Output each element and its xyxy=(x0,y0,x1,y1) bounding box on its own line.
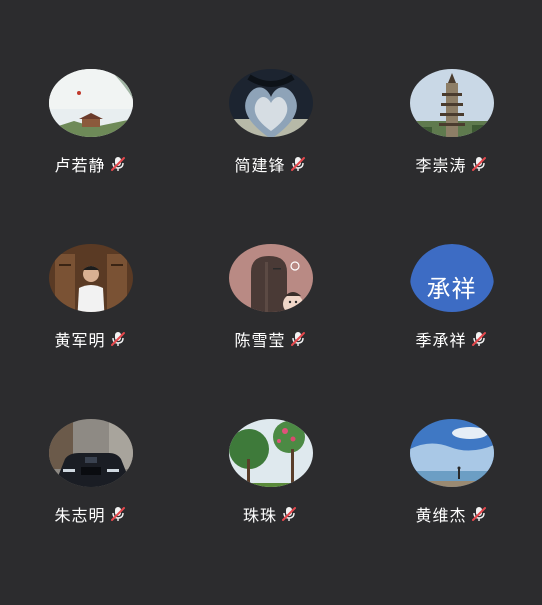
participant-tile[interactable]: 李崇涛 xyxy=(361,0,542,175)
participant-tile[interactable]: 简建锋 xyxy=(180,0,361,175)
participant-name: 简建锋 xyxy=(234,156,286,175)
illustration-avatar-image xyxy=(228,244,313,312)
avatar[interactable]: 承祥 xyxy=(409,244,494,312)
text-avatar: 承祥 xyxy=(409,244,494,312)
name-row: 简建锋 xyxy=(234,153,306,175)
participant-tile[interactable]: 承祥 季承祥 xyxy=(361,175,542,350)
participant-tile[interactable]: 卢若静 xyxy=(0,0,181,175)
avatar[interactable] xyxy=(48,419,133,487)
name-row: 黄维杰 xyxy=(415,503,487,525)
mic-muted-icon xyxy=(471,157,486,171)
participant-name: 季承祥 xyxy=(415,331,467,350)
avatar[interactable] xyxy=(228,419,313,487)
avatar[interactable] xyxy=(228,244,313,312)
mic-muted-icon xyxy=(471,507,486,521)
participant-tile[interactable]: 黄军明 xyxy=(0,175,181,350)
name-row: 李崇涛 xyxy=(415,153,487,175)
name-row: 陈雪莹 xyxy=(234,328,306,350)
participant-tile[interactable]: 陈雪莹 xyxy=(180,175,361,350)
car-avatar-image xyxy=(48,419,133,487)
avatar[interactable] xyxy=(409,419,494,487)
avatar[interactable] xyxy=(48,244,133,312)
avatar[interactable] xyxy=(48,69,133,137)
landscape-avatar-image xyxy=(48,69,133,137)
name-row: 季承祥 xyxy=(415,328,487,350)
participant-name: 李崇涛 xyxy=(415,156,467,175)
participant-name: 黄军明 xyxy=(54,331,106,350)
participant-tile[interactable]: 珠珠 xyxy=(180,350,361,525)
participant-name: 朱志明 xyxy=(54,506,106,525)
name-row: 黄军明 xyxy=(54,328,126,350)
participant-name: 卢若静 xyxy=(54,156,106,175)
mic-muted-icon xyxy=(110,332,125,346)
participant-tile[interactable]: 黄维杰 xyxy=(361,350,542,525)
participant-tile[interactable]: 朱志明 xyxy=(0,350,181,525)
mic-muted-icon xyxy=(110,507,125,521)
name-row: 卢若静 xyxy=(54,153,126,175)
participant-name: 珠珠 xyxy=(242,506,277,525)
mic-muted-icon xyxy=(290,157,305,171)
participant-name: 陈雪莹 xyxy=(234,331,286,350)
avatar[interactable] xyxy=(409,69,494,137)
name-row: 珠珠 xyxy=(243,503,298,525)
mic-muted-icon xyxy=(110,157,125,171)
beach-avatar-image xyxy=(409,419,494,487)
participant-name: 黄维杰 xyxy=(415,506,467,525)
mic-muted-icon xyxy=(290,332,305,346)
heart-avatar-image xyxy=(228,69,313,137)
man-portrait-avatar-image xyxy=(48,244,133,312)
tree-avatar-image xyxy=(228,419,313,487)
mic-muted-icon xyxy=(282,507,296,521)
participant-grid: 卢若静 简建锋 李崇涛 黄军明 陈雪莹 承祥 季承祥 朱志明 珠珠 黄维杰 xyxy=(0,0,542,605)
mic-muted-icon xyxy=(471,332,486,346)
avatar[interactable] xyxy=(228,69,313,137)
pagoda-avatar-image xyxy=(409,69,494,137)
name-row: 朱志明 xyxy=(54,503,126,525)
